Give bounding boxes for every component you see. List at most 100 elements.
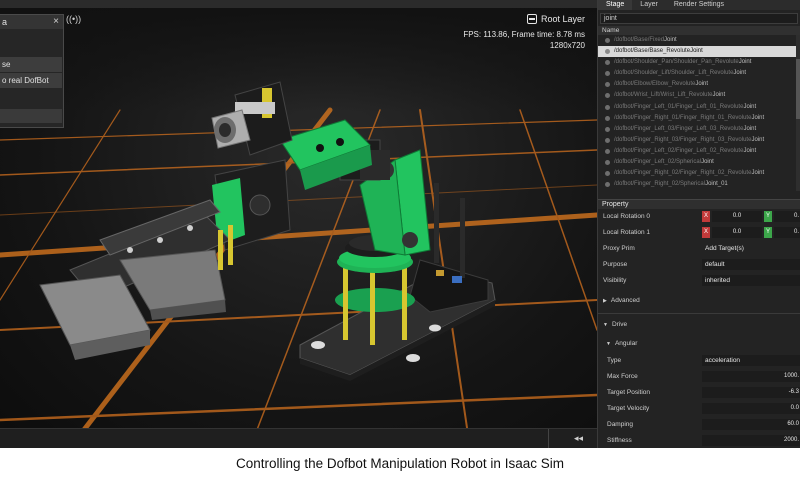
dialog-button-1[interactable]: o real DofBot [0,73,62,88]
stage-tree-row[interactable]: /dofbot/Finger_Right_01/Finger_Right_01_… [598,113,800,124]
stage-tree[interactable]: /dofbot/Base/FixedJoint/dofbot/Base/Base… [598,35,800,191]
local-rotation-0-row: Local Rotation 0 X 0.0 Y 0. [598,209,800,225]
y-axis-badge: Y [764,211,772,222]
dialog-title: a [2,17,8,27]
target-velocity-label: Target Velocity [607,405,650,412]
local-rotation-0-y-field[interactable]: 0. [774,211,800,222]
damping-field[interactable]: 60.0 [702,419,800,430]
prim-icon [605,171,610,177]
triangle-down-icon: ▼ [603,322,608,328]
visibility-select[interactable]: inherited [702,275,800,286]
stiffness-label: Stiffness [607,437,632,444]
angular-section[interactable]: ▼ Angular [598,335,800,353]
stage-tree-row[interactable]: /dofbot/Finger_Left_03/Finger_Left_03_Re… [598,124,800,135]
drive-label: Drive [611,321,628,328]
prim-path: /dofbot/Shoulder_Pan/Shoulder_Pan_Revolu… [614,59,739,66]
prim-path: /dofbot/Finger_Left_02/Spherical [614,159,702,166]
rewind-icon[interactable]: ◂◂ [574,433,583,444]
triangle-down-icon: ▼ [606,341,611,347]
x-axis-badge: X [702,227,710,238]
stage-tree-row[interactable]: /dofbot/Finger_Left_02/Finger_Left_02_Re… [598,146,800,157]
advanced-section[interactable]: ▶ Advanced [598,289,800,313]
fps-text: FPS: 113.86, Frame time: 8.78 ms [463,30,585,39]
root-layer-indicator[interactable]: Root Layer [526,14,585,24]
stage-tree-row[interactable]: /dofbot/Elbow/Elbow_RevoluteJoint [598,79,800,90]
local-rotation-0-x-field[interactable]: 0.0 [712,211,762,222]
local-rotation-1-y-field[interactable]: 0. [774,227,800,238]
tab-layer[interactable]: Layer [632,0,666,10]
stiffness-field[interactable]: 2000. [702,435,800,446]
max-force-field[interactable]: 1000. [702,371,800,382]
prim-icon [605,38,610,43]
drive-section[interactable]: ▼ Drive [598,313,800,335]
stage-tree-row[interactable]: /dofbot/Shoulder_Pan/Shoulder_Pan_Revolu… [598,57,800,68]
stage-tree-row[interactable]: /dofbot/Finger_Right_03/Finger_Right_03_… [598,135,800,146]
prim-path: /dofbot/Base/Fixed [614,37,665,43]
stage-scrollbar[interactable] [796,35,800,191]
prim-suffix: Joint [701,159,714,166]
type-select[interactable]: acceleration [702,355,800,366]
screenshot: ((•)) Root Layer FPS: 113.86, Frame time… [0,0,800,448]
angular-label: Angular [614,340,638,347]
layers-icon [526,14,537,24]
stage-tree-row[interactable]: /dofbot/Base/FixedJoint [598,35,800,46]
dialog-header[interactable]: a × [0,15,63,29]
prim-path: /dofbot/Finger_Left_01/Finger_Left_01_Re… [614,103,744,110]
prim-path: /dofbot/Finger_Right_02/Spherical [614,181,706,188]
type-label: Type [607,357,622,364]
prim-suffix: Joint [690,48,703,55]
root-layer-label: Root Layer [540,14,585,24]
proxy-prim-row: Proxy Prim Add Target(s) [598,241,800,257]
triangle-right-icon: ▶ [603,298,607,304]
stage-tree-row[interactable]: /dofbot/Wrist_Lift/Wrist_Lift_RevoluteJo… [598,90,800,101]
target-velocity-row: Target Velocity 0.0 [598,401,800,417]
visibility-row: Visibility inherited [598,273,800,289]
dialog-field[interactable] [0,109,62,123]
prim-suffix: Joint [751,114,765,121]
property-header[interactable]: Property [598,199,800,209]
prim-suffix: Joint [712,92,726,99]
stage-column-name[interactable]: Name [598,26,800,35]
max-force-label: Max Force [607,373,638,380]
prim-path: /dofbot/Finger_Right_03/Finger_Right_03_… [614,136,752,143]
target-velocity-field[interactable]: 0.0 [702,403,800,414]
stage-search-input[interactable]: joint [600,13,798,24]
prim-suffix: Joint [743,125,757,132]
close-icon[interactable]: × [53,15,59,29]
tab-render-settings[interactable]: Render Settings [666,0,732,10]
resolution-text: 1280x720 [549,41,585,50]
stage-tree-row[interactable]: /dofbot/Shoulder_Lift/Shoulder_Lift_Revo… [598,68,800,79]
prim-icon [605,148,610,154]
stage-scroll-thumb[interactable] [796,59,800,119]
viewport-tools[interactable]: ((•)) [66,14,81,24]
target-position-field[interactable]: -6.3 [702,387,800,398]
prim-suffix: Joint [733,70,747,77]
target-position-label: Target Position [607,389,650,396]
viewport[interactable]: ((•)) Root Layer FPS: 113.86, Frame time… [0,0,597,448]
stage-tree-row[interactable]: /dofbot/Base/Base_RevoluteJoint [598,46,800,58]
tab-stage[interactable]: Stage [598,0,633,10]
damping-label: Damping [607,421,634,428]
local-rotation-1-label: Local Rotation 1 [603,229,650,236]
local-rotation-1-x-field[interactable]: 0.0 [712,227,762,238]
prim-suffix: Joint [695,81,709,88]
x-axis-badge: X [702,211,710,222]
stage-tree-row[interactable]: /dofbot/Finger_Right_02/SphericalJoint_0… [598,179,800,190]
timeline-divider [548,429,549,448]
add-targets-button[interactable]: Add Target(s) [702,243,800,254]
prim-path: /dofbot/Base/Base_Revolute [614,48,691,55]
purpose-select[interactable]: default [702,259,800,270]
stage-tree-row[interactable]: /dofbot/Finger_Left_02/SphericalJoint [598,157,800,168]
prim-icon [605,182,610,188]
stage-tree-row[interactable]: /dofbot/Finger_Left_01/Finger_Left_01_Re… [598,102,800,113]
timeline-bar[interactable]: ◂◂ [0,428,597,448]
stage-tree-row[interactable]: /dofbot/Finger_Right_02/Finger_Right_02_… [598,168,800,179]
prim-icon [605,160,610,166]
damping-row: Damping 60.0 [598,417,800,433]
prim-icon [605,49,610,55]
extension-dialog[interactable]: a × se o real DofBot [0,14,64,128]
viewport-scene[interactable] [0,0,597,448]
prim-icon [605,71,610,77]
prim-icon [605,93,610,99]
dialog-button-0[interactable]: se [0,57,62,72]
